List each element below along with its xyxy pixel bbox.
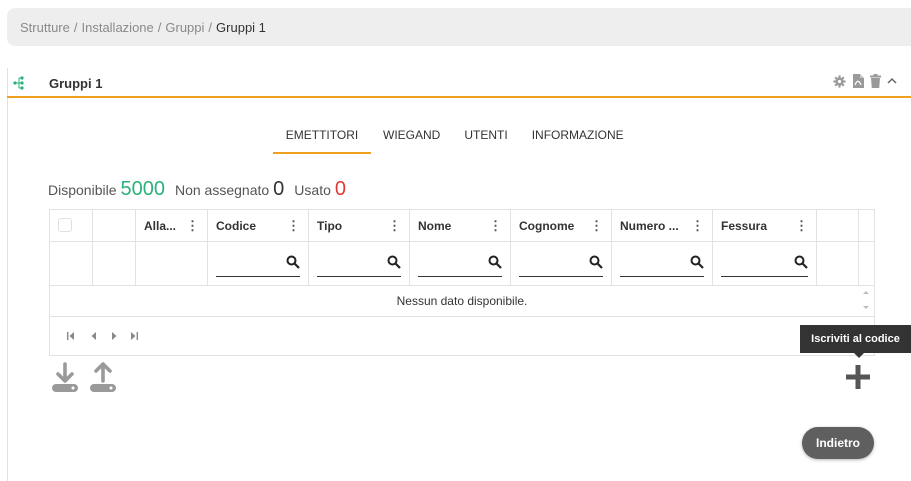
search-icon[interactable] — [286, 255, 300, 269]
header-cell-cognome[interactable]: Cognome ⋮ — [511, 210, 612, 241]
filter-cell-cognome — [511, 242, 612, 285]
column-label: Fessura — [721, 219, 768, 233]
used-label: Usato — [294, 182, 331, 198]
breadcrumb-item-gruppi[interactable]: Gruppi — [165, 20, 204, 35]
column-label: Alla... — [144, 219, 177, 233]
column-menu-icon[interactable]: ⋮ — [388, 218, 401, 234]
column-menu-icon[interactable]: ⋮ — [795, 218, 808, 234]
column-label: Nome — [418, 219, 452, 233]
header-cell-fessura[interactable]: Fessura ⋮ — [713, 210, 817, 241]
tree-icon — [13, 76, 24, 90]
tab-bar: EMETTITORI WIEGAND UTENTI INFORMAZIONE — [273, 128, 636, 154]
search-icon[interactable] — [794, 255, 808, 269]
numero-filter[interactable] — [620, 251, 704, 277]
filter-trailing-cell — [817, 242, 859, 285]
tab-informazione[interactable]: INFORMAZIONE — [520, 128, 636, 154]
panel-left-border — [7, 68, 8, 481]
header-blank-cell — [93, 210, 136, 241]
filter-blank-cell — [93, 242, 136, 285]
filter-blank-cell — [136, 242, 208, 285]
panel-tools — [833, 74, 897, 88]
tab-emettitori[interactable]: EMETTITORI — [273, 128, 371, 154]
unassigned-count: 0 — [273, 178, 285, 200]
chevron-up-icon[interactable] — [887, 77, 897, 85]
filter-cell-codice — [208, 242, 309, 285]
header-cell-nome[interactable]: Nome ⋮ — [410, 210, 511, 241]
fessura-filter-input[interactable] — [721, 251, 782, 275]
next-page-icon[interactable] — [108, 331, 120, 341]
search-icon[interactable] — [488, 255, 502, 269]
vertical-scrollbar[interactable] — [862, 289, 870, 311]
empty-message: Nessun dato disponibile. — [50, 286, 874, 317]
first-page-icon[interactable] — [66, 331, 78, 341]
header-cell-numero[interactable]: Numero ... ⋮ — [612, 210, 713, 241]
header-select-cell — [50, 210, 93, 241]
tab-wiegand[interactable]: WIEGAND — [371, 128, 452, 154]
tab-utenti[interactable]: UTENTI — [452, 128, 519, 154]
filter-cell-numero — [612, 242, 713, 285]
last-page-icon[interactable] — [128, 331, 140, 341]
breadcrumb-item-installazione[interactable]: Installazione — [81, 20, 153, 35]
header-cell-codice[interactable]: Codice ⋮ — [208, 210, 309, 241]
nome-filter[interactable] — [418, 251, 502, 277]
available-count: 5000 — [120, 178, 165, 200]
enroll-tooltip: Iscriviti al codice — [800, 325, 911, 353]
search-icon[interactable] — [589, 255, 603, 269]
breadcrumb: Strutture / Installazione / Gruppi / Gru… — [7, 8, 911, 46]
column-label: Codice — [216, 219, 257, 233]
tooltip-arrow — [853, 352, 865, 358]
column-menu-icon[interactable]: ⋮ — [287, 218, 300, 234]
filter-cell-nome — [410, 242, 511, 285]
back-button[interactable]: Indietro — [802, 427, 874, 459]
grid-filter-row — [50, 242, 874, 286]
column-label: Cognome — [519, 219, 575, 233]
panel-header: Gruppi 1 — [7, 68, 911, 98]
summary-counts: Disponibile 5000 Non assegnato 0 Usato 0 — [48, 178, 356, 201]
panel-title: Gruppi 1 — [49, 76, 103, 91]
nome-filter-input[interactable] — [418, 251, 477, 275]
header-cell-tipo[interactable]: Tipo ⋮ — [309, 210, 410, 241]
select-all-checkbox[interactable] — [58, 218, 72, 232]
breadcrumb-separator: / — [73, 19, 78, 35]
import-export-tools — [50, 362, 118, 394]
column-menu-icon[interactable]: ⋮ — [691, 218, 704, 234]
column-menu-icon[interactable]: ⋮ — [186, 218, 199, 234]
search-icon[interactable] — [387, 255, 401, 269]
gear-icon[interactable] — [833, 74, 846, 88]
breadcrumb-separator: / — [157, 19, 162, 35]
emitters-grid: Alla... ⋮ Codice ⋮ Tipo ⋮ Nome ⋮ Cognome… — [49, 209, 875, 356]
filter-cell-fessura — [713, 242, 817, 285]
prev-page-icon[interactable] — [88, 331, 100, 341]
trash-icon[interactable] — [870, 74, 881, 88]
column-label: Tipo — [317, 219, 343, 233]
grid-pager — [50, 317, 874, 355]
cognome-filter[interactable] — [519, 251, 603, 277]
search-icon[interactable] — [690, 255, 704, 269]
codice-filter[interactable] — [216, 251, 300, 277]
fessura-filter[interactable] — [721, 251, 808, 277]
column-label: Numero ... — [620, 219, 679, 233]
header-trailing-cell — [817, 210, 859, 241]
grid-header-row: Alla... ⋮ Codice ⋮ Tipo ⋮ Nome ⋮ Cognome… — [50, 210, 874, 242]
upload-icon[interactable] — [88, 362, 118, 394]
breadcrumb-current: Gruppi 1 — [216, 19, 266, 35]
available-label: Disponibile — [48, 182, 117, 198]
filter-cell-tipo — [309, 242, 410, 285]
tipo-filter[interactable] — [317, 251, 401, 277]
pdf-icon[interactable] — [852, 74, 864, 88]
codice-filter-input[interactable] — [216, 251, 275, 275]
used-count: 0 — [334, 178, 346, 200]
download-icon[interactable] — [50, 362, 80, 394]
breadcrumb-separator: / — [208, 19, 213, 35]
header-cell-allarme[interactable]: Alla... ⋮ — [136, 210, 208, 241]
column-menu-icon[interactable]: ⋮ — [489, 218, 502, 234]
numero-filter-input[interactable] — [620, 251, 679, 275]
tipo-filter-input[interactable] — [317, 251, 376, 275]
column-menu-icon[interactable]: ⋮ — [590, 218, 603, 234]
breadcrumb-item-strutture[interactable]: Strutture — [20, 20, 70, 35]
add-enroll-button[interactable] — [845, 364, 871, 390]
cognome-filter-input[interactable] — [519, 251, 578, 275]
filter-blank-cell — [50, 242, 93, 285]
unassigned-label: Non assegnato — [174, 182, 270, 198]
